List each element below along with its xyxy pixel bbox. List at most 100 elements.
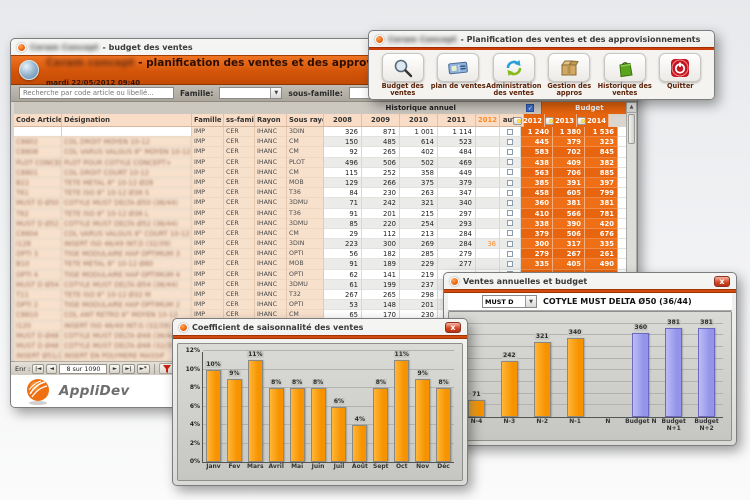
auto-cell [500,249,521,259]
auto-cell [500,168,521,178]
budget-value-cell: 379 [553,137,585,147]
close-icon[interactable]: x [445,322,461,333]
auto-checkbox[interactable] [507,230,513,236]
table-row[interactable]: B10TETE METAL 8° 10-12 Ø80IMPCERIHANCMOB… [14,259,637,269]
table-row[interactable]: C8804COL VARUS VALGUS 8° COURT 10-12IMPC… [14,229,637,239]
table-row[interactable]: C8808COL VARUS VALGUS 8° MOYEN 10-12IMPC… [14,147,637,157]
auto-checkbox[interactable] [507,200,513,206]
toolbar-titlebar[interactable]: Ceram Concept - Planification des ventes… [369,31,714,47]
scrollbar-thumb[interactable] [628,114,635,144]
last-record-button[interactable]: ►| [122,364,134,374]
season-titlebar[interactable]: Coefficient de saisonnalité des ventes x [173,319,467,335]
app-icon [450,277,459,286]
bulb-icon[interactable] [513,117,522,125]
quitter-button[interactable]: Quitter [653,53,708,98]
close-icon[interactable]: x [714,276,730,287]
historique-des-ventes-button[interactable]: Historique des ventes [597,53,652,98]
budget-value-cell: 885 [585,168,618,178]
auto-checkbox[interactable] [507,261,513,267]
auto-checkbox[interactable] [507,190,513,196]
budget-des-ventes-button[interactable]: Budget des ventes [375,53,430,98]
year-value-cell: 358 [400,168,438,178]
gutter-cell [618,229,626,239]
ss-famille-cell: CER [224,178,255,188]
table-row[interactable]: MUST D Ø50 (36/44)COTYLE MUST DELTA Ø50 … [14,198,637,208]
table-row[interactable]: B22TETE METAL 8° 10-12 Ø28IMPCERIHANCMOB… [14,178,637,188]
next-record-button[interactable]: ► [109,364,120,374]
auto-checkbox[interactable] [507,159,513,165]
auto-checkbox[interactable] [507,241,513,247]
redacted-company-name: Ceram Concept [388,35,457,44]
y-axis-label: 10% [182,366,200,373]
code-cell: OPTI 4 [14,270,62,280]
auto-checkbox[interactable] [507,220,513,226]
bulb-icon[interactable] [577,117,586,125]
rayon-cell: IHANC [255,158,287,168]
famille-cell: IMP [192,209,224,219]
column-header-4: ss-famille [224,114,255,127]
auto-checkbox[interactable] [507,210,513,216]
famille-cell: IMP [192,198,224,208]
auto-all-checkbox[interactable]: ✓ [526,104,534,112]
gridline [460,369,723,370]
auto-checkbox[interactable] [507,169,513,175]
bulb-icon[interactable] [545,117,554,125]
chart-bar [415,379,430,462]
famille-select[interactable]: ▼ [219,87,282,99]
table-row[interactable]: OPTI 3TIGE MODULAIRE HAP OPTIMUM 3IMPCER… [14,249,637,259]
ventes-titlebar[interactable]: Ventes annuelles et budget x [444,273,736,289]
administration-des-ventes-button[interactable]: Administration des ventes [486,53,541,98]
auto-checkbox[interactable] [507,251,513,257]
auto-checkbox[interactable] [507,180,513,186]
year-value-cell: 484 [438,147,476,157]
auto-checkbox[interactable] [507,129,513,135]
table-row[interactable]: IMPCERIHANC3DIN3268711 0011 1141 2401 38… [14,127,637,137]
designation-cell: TETE METAL 8° 10-12 Ø28 [62,178,192,188]
first-record-button[interactable]: |◄ [32,364,44,374]
gestion-des-appros-button[interactable]: Gestion des appros [542,53,597,98]
gridline [460,404,723,405]
gridline [460,334,723,335]
year-value-cell: 300 [362,239,400,249]
budget-value-cell: 338 [521,219,553,229]
auto-cell [500,209,521,219]
year-2012-cell [476,188,500,198]
search-input[interactable] [19,87,174,99]
designation-cell: COL VARUS VALGUS 8° MOYEN 10-12 [62,147,192,157]
x-axis-label: Déc [437,464,450,471]
year-value-cell: 29 [324,229,362,239]
year-value-cell: 61 [324,280,362,290]
budget-value-cell: 379 [521,229,553,239]
chevron-down-icon[interactable]: ▼ [525,296,536,307]
table-row[interactable]: I128INSERT ISO 46/49 INT.D (32/39)IMPCER… [14,239,637,249]
product-select[interactable]: MUST D ▼ [482,295,537,308]
year-value-cell: 215 [400,209,438,219]
scroll-up-icon[interactable]: ▲ [627,103,636,113]
year-value-cell: 53 [324,300,362,310]
year-value-cell: 266 [362,178,400,188]
plan-de-ventes-button[interactable]: plan de ventes [431,53,486,98]
auto-checkbox[interactable] [507,139,513,145]
code-cell: C8808 [14,147,62,157]
table-row[interactable]: PLOT CONCEPT+PLOT POUR COTYLE CONCEPT+IM… [14,158,637,168]
gutter-cell [618,137,626,147]
table-row[interactable]: T62TETE ISO 8° 10-12 Ø36 LIMPCERIHANCT36… [14,209,637,219]
column-header-year-2010: 2010 [400,114,438,127]
new-record-button[interactable]: ►* [137,364,150,374]
code-cell: C8801 [14,168,62,178]
table-row[interactable]: MUST D Ø52 (36/44)COTYLE MUST DELTA Ø52 … [14,219,637,229]
auto-checkbox[interactable] [507,149,513,155]
code-cell: MUST D Ø50 (36/44) [14,198,62,208]
table-row[interactable]: C8801COL DROIT COURT 10-12IMPCERIHANCCM1… [14,168,637,178]
table-row[interactable]: T61TETE ISO 8° 10-12 Ø36 SIMPCERIHANCT36… [14,188,637,198]
gutter-cell [618,249,626,259]
year-2012-cell [476,137,500,147]
divider [173,335,467,339]
seasonality-chart: 0%2%4%6%8%10%12%10%Janv9%Fev11%Mars8%Avr… [177,343,463,481]
year-value-cell: 347 [438,188,476,198]
prev-record-button[interactable]: ◄ [46,364,57,374]
chevron-down-icon[interactable]: ▼ [270,88,281,98]
famille-cell: IMP [192,168,224,178]
auto-cell [500,198,521,208]
table-row[interactable]: C8802COL DROIT MOYEN 10-12IMPCERIHANCCM1… [14,137,637,147]
